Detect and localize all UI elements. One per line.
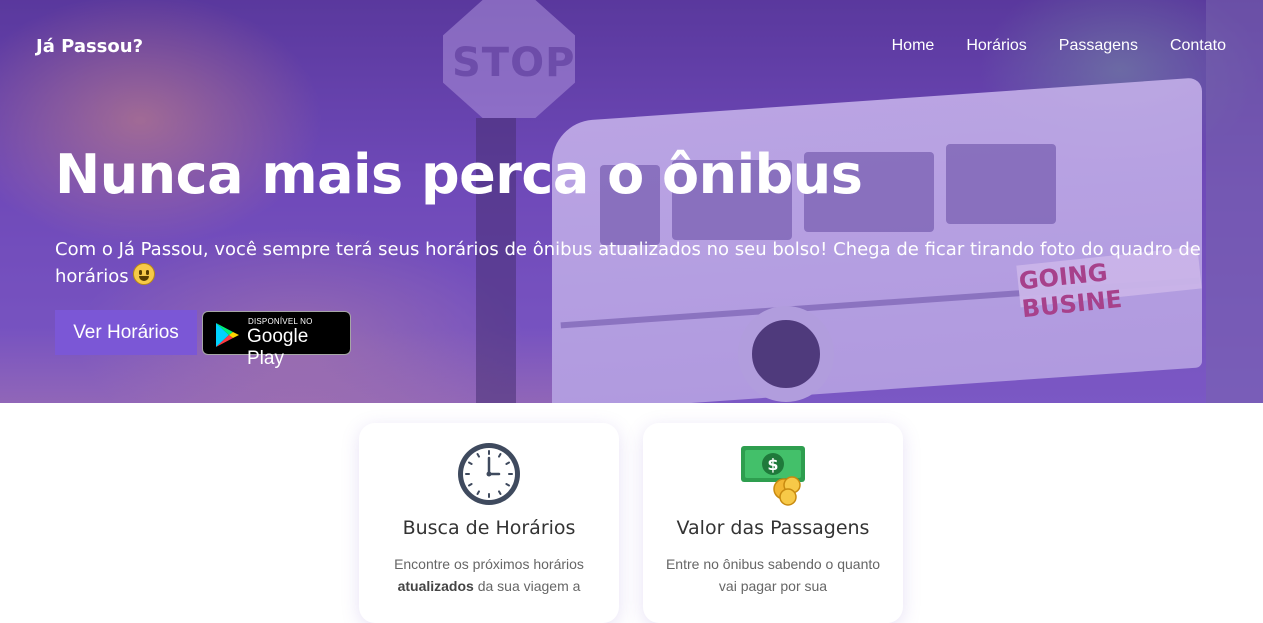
grinning-face-icon [132, 263, 155, 285]
svg-text:$: $ [767, 455, 778, 474]
hero-subtitle-text: Com o Já Passou, você sempre terá seus h… [55, 239, 1201, 287]
card-title: Valor das Passagens [676, 517, 870, 539]
card-text-part: Encontre os próximos horários [394, 556, 584, 572]
card-title: Busca de Horários [402, 517, 576, 539]
nav-item-horarios[interactable]: Horários [966, 37, 1026, 55]
brand-logo[interactable]: Já Passou? [36, 36, 143, 57]
card-text-part: da sua viagem a [473, 578, 581, 594]
feature-card-passagens: $ Valor das Passagens Entre no ônibus sa… [643, 423, 903, 623]
hero-subtitle: Com o Já Passou, você sempre terá seus h… [55, 237, 1205, 290]
store-badge-name: Google Play [247, 326, 309, 369]
card-text: Entre no ônibus sabendo o quanto vai pag… [665, 556, 881, 594]
ver-horarios-button[interactable]: Ver Horários [55, 310, 197, 355]
google-play-icon [216, 323, 239, 347]
google-play-badge[interactable]: DISPONÍVEL NO Google Play [202, 311, 351, 369]
nav-item-contato[interactable]: Contato [1170, 37, 1226, 55]
main-nav: Home Horários Passagens Contato [892, 37, 1226, 55]
hero-section: STOP GOING BUSINE Já Passou? Home Horári… [0, 0, 1263, 403]
nav-item-home[interactable]: Home [892, 37, 935, 55]
clock-icon [458, 443, 520, 505]
hero-title: Nunca mais perca o ônibus [55, 143, 863, 206]
card-text: Encontre os próximos horários atualizado… [379, 553, 599, 597]
money-icon: $ [741, 446, 805, 506]
nav-item-passagens[interactable]: Passagens [1059, 37, 1138, 55]
card-text-bold: atualizados [397, 578, 474, 594]
feature-card-horarios: Busca de Horários Encontre os próximos h… [359, 423, 619, 623]
store-badge-caption: DISPONÍVEL NO [248, 317, 313, 326]
